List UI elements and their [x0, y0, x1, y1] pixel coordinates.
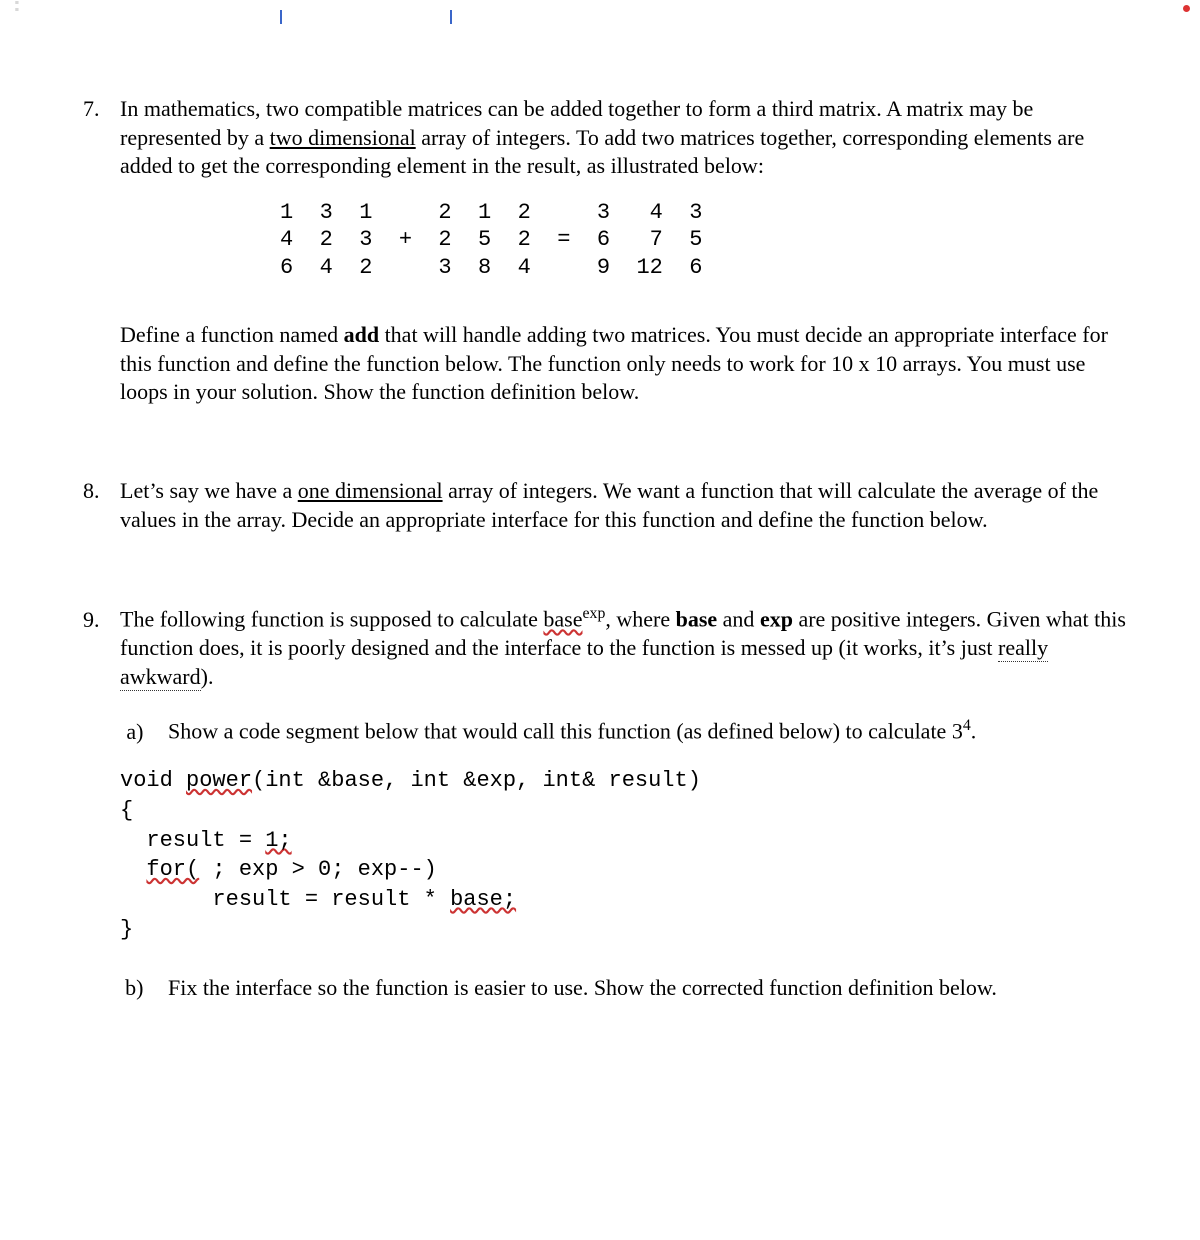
code-l6: } [120, 917, 133, 942]
q9-intro-end: ). [201, 664, 214, 689]
q9-exp-sup: exp [583, 605, 606, 622]
code-l3b: 1; [265, 828, 291, 853]
code-l2: { [120, 798, 133, 823]
q8-one-dimensional-link: one dimensional [298, 478, 443, 503]
page-edge-stub: ≡≡ [15, 0, 19, 14]
question-8: Let’s say we have a one dimensional arra… [105, 477, 1130, 534]
q9-intro-mid: , where [605, 607, 675, 632]
q9a-end: . [971, 719, 977, 744]
code-l5b: base; [450, 887, 516, 912]
ruler-tick-icon [450, 10, 452, 24]
q7-define: Define a function named add that will ha… [120, 321, 1130, 407]
code-l4a [120, 857, 146, 882]
q8-text: Let’s say we have a one dimensional arra… [120, 477, 1130, 534]
q9-intro: The following function is supposed to ca… [120, 604, 1130, 691]
question-9: The following function is supposed to ca… [105, 604, 1130, 1003]
code-l4b: ; exp > 0; exp--) [199, 857, 437, 882]
q7-define-pre: Define a function named [120, 322, 344, 347]
matrix-row-3: 6 4 2 3 8 4 9 12 6 [280, 255, 702, 280]
document-page: ≡≡ In mathematics, two compatible matric… [0, 0, 1200, 1113]
code-l1a: void [120, 768, 186, 793]
q9a-sup: 4 [963, 717, 971, 734]
code-l3a: result = [120, 828, 265, 853]
matrix-row-1: 1 3 1 2 1 2 3 4 3 [280, 200, 702, 225]
q9-and: and [717, 607, 760, 632]
q9-bold-base: base [676, 607, 718, 632]
q8-pre: Let’s say we have a [120, 478, 298, 503]
ruler-tick-icon [280, 10, 282, 24]
code-block: void power(int &base, int &exp, int& res… [120, 766, 1130, 944]
q7-add-bold: add [344, 322, 379, 347]
code-l1-power: power [186, 768, 252, 793]
matrix-example: 1 3 1 2 1 2 3 4 3 4 2 3 + 2 5 2 = 6 7 5 … [280, 199, 1130, 282]
q9-base-wavy: base [543, 607, 582, 632]
q9-part-a: Show a code segment below that would cal… [160, 716, 1130, 746]
q9-bold-exp: exp [760, 607, 793, 632]
matrix-row-2: 4 2 3 + 2 5 2 = 6 7 5 [280, 227, 702, 252]
code-l1b: (int &base, int &exp, int& result) [252, 768, 701, 793]
code-l5a: result = result * [120, 887, 450, 912]
code-l4-for: for( [146, 857, 199, 882]
q9a-text: Show a code segment below that would cal… [168, 719, 963, 744]
question-7: In mathematics, two compatible matrices … [105, 95, 1130, 407]
q9-intro-pre: The following function is supposed to ca… [120, 607, 543, 632]
red-dot-icon [1183, 5, 1190, 12]
top-marks: ≡≡ [100, 55, 1130, 73]
q7-two-dimensional-link: two dimensional [270, 125, 416, 150]
q9b-text: Fix the interface so the function is eas… [168, 975, 997, 1000]
q7-intro: In mathematics, two compatible matrices … [120, 95, 1130, 181]
q9-part-b: Fix the interface so the function is eas… [160, 974, 1130, 1003]
